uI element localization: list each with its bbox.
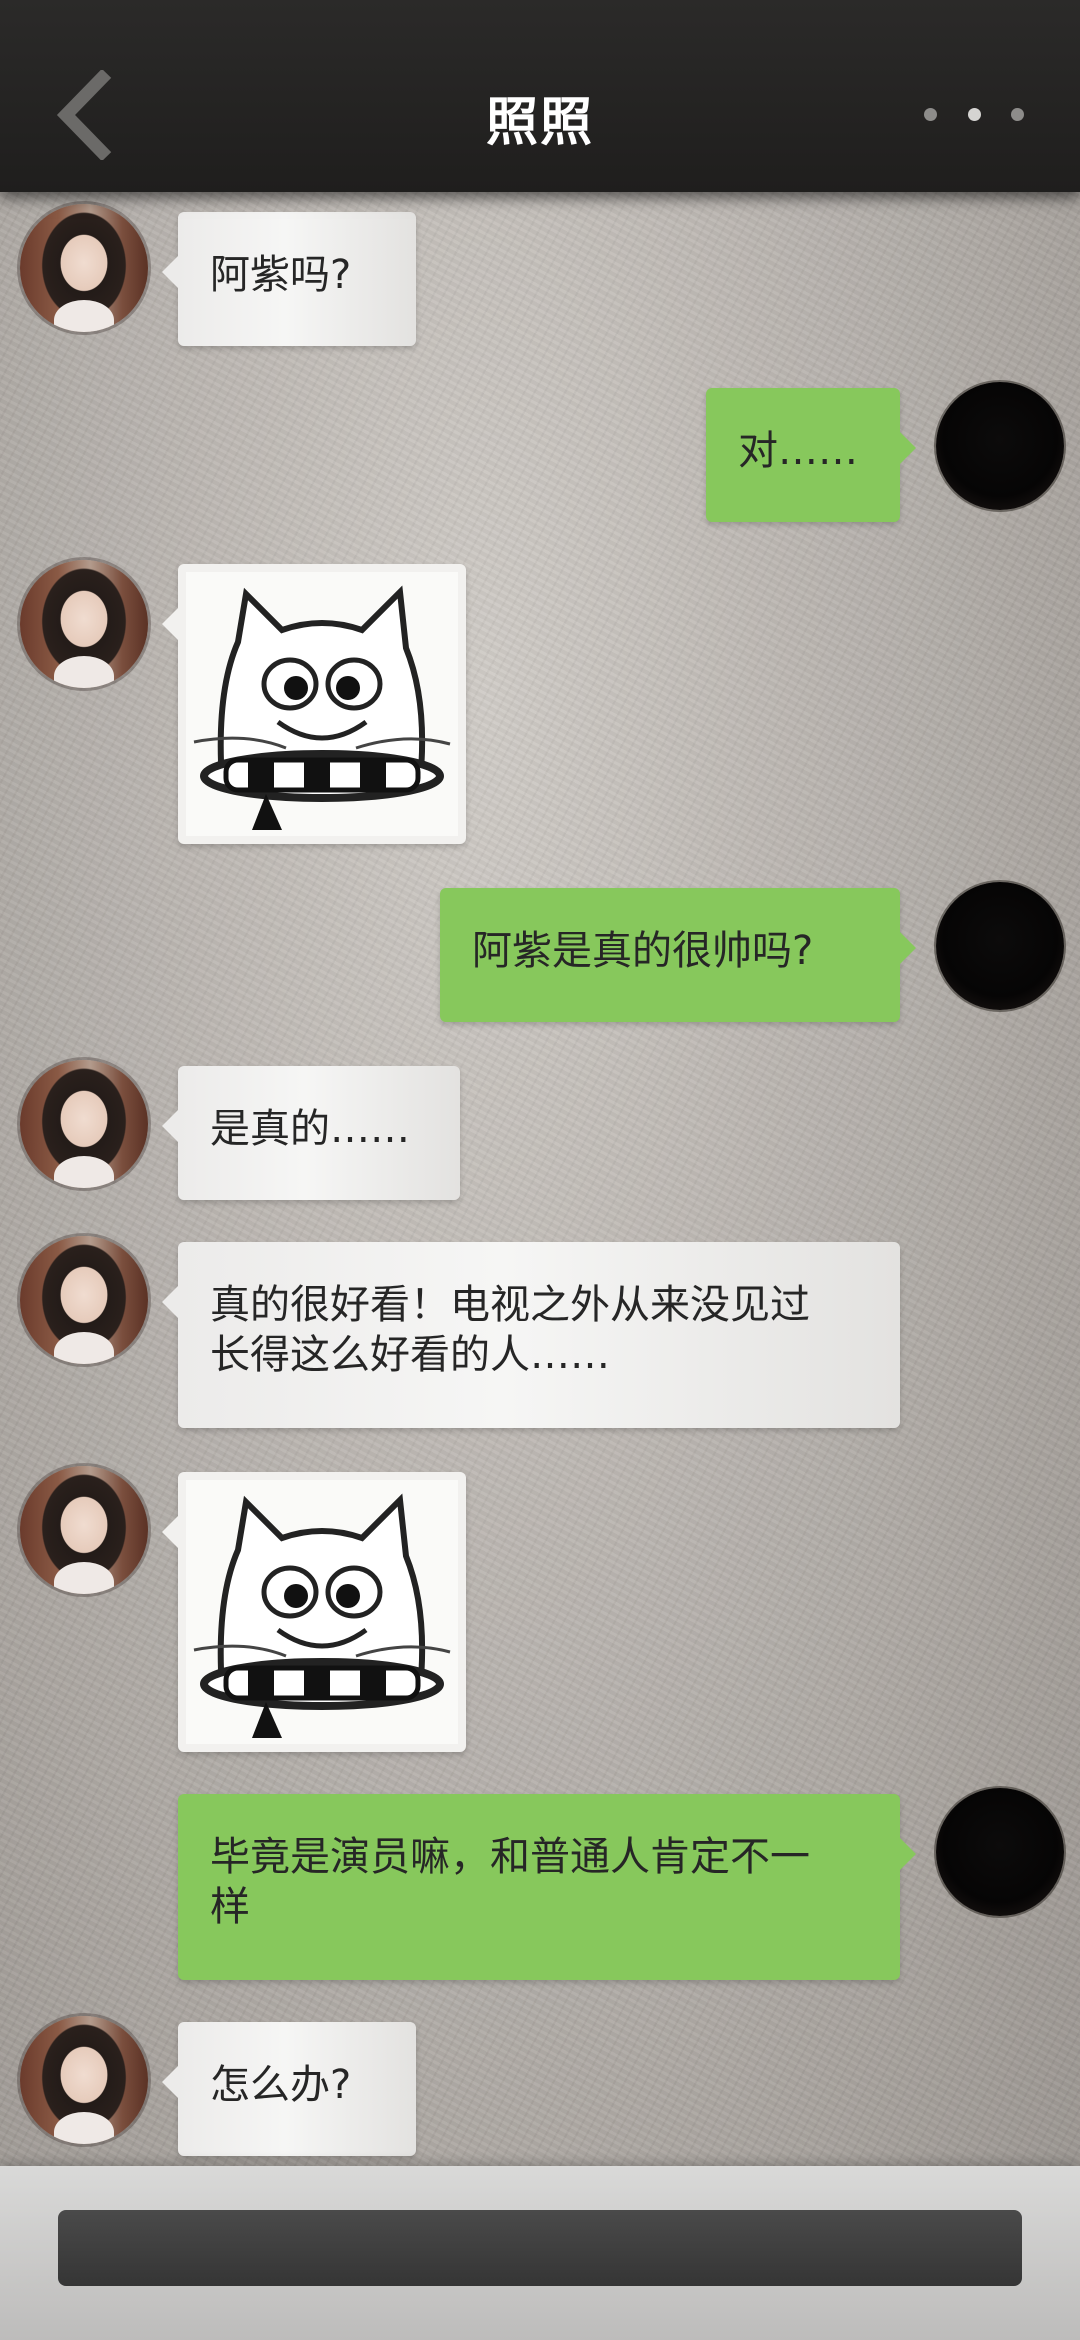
sent-message-bubble[interactable]: 阿紫是真的很帅吗? [440, 888, 916, 1022]
header-bar: 照照 [0, 0, 1080, 192]
contact-avatar[interactable] [20, 1060, 148, 1188]
message-text: 是真的…… [210, 1106, 410, 1152]
message-row: 毕竟是演员嘛，和普通人肯定不一 样 [0, 1788, 1080, 1980]
received-message-bubble[interactable]: 真的很好看！电视之外从来没见过 长得这么好看的人…… [162, 1242, 900, 1428]
message-row: 怎么办? [0, 2016, 1080, 2156]
received-message-bubble[interactable]: 怎么办? [162, 2022, 416, 2156]
received-message-bubble[interactable]: 阿紫吗? [162, 212, 416, 346]
more-dots-icon[interactable] [924, 104, 1024, 124]
contact-avatar[interactable] [20, 560, 148, 688]
contact-avatar[interactable] [20, 1466, 148, 1594]
received-message-bubble[interactable]: 是真的…… [162, 1066, 460, 1200]
contact-avatar[interactable] [20, 1236, 148, 1364]
message-text: 真的很好看！电视之外从来没见过 长得这么好看的人…… [210, 1282, 810, 1378]
message-row: 是真的…… [0, 1060, 1080, 1200]
cartoon-cat-crying-sticker[interactable] [162, 1472, 466, 1752]
message-row [0, 560, 1080, 850]
message-row [0, 1466, 1080, 1756]
message-row: 真的很好看！电视之外从来没见过 长得这么好看的人…… [0, 1236, 1080, 1428]
message-row: 阿紫是真的很帅吗? [0, 882, 1080, 1022]
message-input[interactable] [58, 2210, 1022, 2286]
message-text: 怎么办? [210, 2062, 352, 2108]
chat-title: 照照 [485, 92, 594, 153]
cartoon-cat-crying-sticker[interactable] [162, 564, 466, 844]
message-text: 对…… [738, 428, 858, 474]
message-text: 阿紫吗? [210, 252, 352, 298]
sent-message-bubble[interactable]: 毕竟是演员嘛，和普通人肯定不一 样 [178, 1794, 916, 1980]
user-avatar[interactable] [936, 1788, 1064, 1916]
user-avatar[interactable] [936, 382, 1064, 510]
input-bar [0, 2166, 1080, 2340]
message-text: 毕竟是演员嘛，和普通人肯定不一 样 [210, 1834, 810, 1930]
user-avatar[interactable] [936, 882, 1064, 1010]
contact-avatar[interactable] [20, 2016, 148, 2144]
chat-screen: 照照 阿紫吗? 对…… 阿紫是真的很帅吗? 是真的…… 真的很好看！电视之外从来… [0, 0, 1080, 2340]
message-row: 阿紫吗? [0, 204, 1080, 346]
message-text: 阿紫是真的很帅吗? [472, 928, 814, 974]
contact-avatar[interactable] [20, 204, 148, 332]
message-row: 对…… [0, 382, 1080, 522]
sent-message-bubble[interactable]: 对…… [706, 388, 916, 522]
